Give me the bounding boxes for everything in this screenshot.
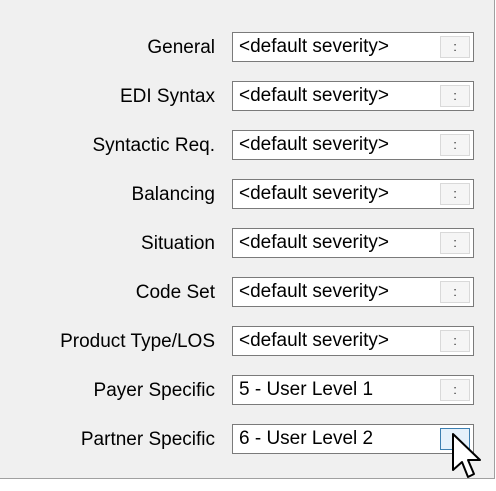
ellipsis-icon: : [453, 382, 457, 397]
severity-value: <default severity> [239, 183, 389, 204]
severity-label: Partner Specific [80, 429, 215, 450]
severity-row-partner-specific: Partner Specific 6 - User Level 2 : [0, 424, 494, 456]
ellipsis-button[interactable]: : [440, 281, 470, 303]
ellipsis-button[interactable]: : [440, 85, 470, 107]
severity-row-product-type-los: Product Type/LOS <default severity> : [0, 326, 494, 358]
severity-value: <default severity> [239, 281, 389, 302]
severity-row-syntactic-req: Syntactic Req. <default severity> : [0, 130, 494, 162]
severity-field[interactable]: <default severity> : [232, 326, 474, 356]
severity-label: EDI Syntax [119, 86, 215, 107]
severity-field[interactable]: <default severity> : [232, 81, 474, 111]
severity-row-situation: Situation <default severity> : [0, 228, 494, 260]
severity-label: General [147, 37, 215, 58]
ellipsis-icon: : [453, 333, 457, 348]
severity-field[interactable]: <default severity> : [232, 228, 474, 258]
ellipsis-button[interactable]: : [440, 36, 470, 58]
ellipsis-button[interactable]: : [440, 232, 470, 254]
ellipsis-icon: : [453, 88, 457, 103]
ellipsis-icon: : [453, 39, 457, 54]
severity-value: 6 - User Level 2 [239, 428, 374, 449]
ellipsis-button[interactable]: : [440, 330, 470, 352]
ellipsis-icon: : [453, 284, 457, 299]
ellipsis-icon: : [453, 431, 457, 446]
severity-label: Syntactic Req. [92, 135, 216, 156]
severity-field[interactable]: <default severity> : [232, 277, 474, 307]
severity-row-code-set: Code Set <default severity> : [0, 277, 494, 309]
severity-value: <default severity> [239, 330, 389, 351]
ellipsis-button[interactable]: : [440, 134, 470, 156]
severity-label: Product Type/LOS [60, 331, 215, 352]
ellipsis-button[interactable]: : [440, 183, 470, 205]
ellipsis-icon: : [453, 235, 457, 250]
ellipsis-button[interactable]: : [440, 379, 470, 401]
severity-field[interactable]: <default severity> : [232, 32, 474, 62]
ellipsis-icon: : [453, 137, 457, 152]
severity-field[interactable]: 5 - User Level 1 : [232, 375, 474, 405]
severity-label: Code Set [135, 282, 215, 303]
severity-label: Balancing [131, 184, 215, 205]
severity-settings-panel: General <default severity> : EDI Syntax … [0, 0, 495, 479]
severity-value: 5 - User Level 1 [239, 379, 374, 400]
severity-field[interactable]: <default severity> : [232, 179, 474, 209]
severity-row-general: General <default severity> : [0, 32, 494, 64]
severity-field[interactable]: 6 - User Level 2 : [232, 424, 474, 454]
severity-field[interactable]: <default severity> : [232, 130, 474, 160]
severity-row-balancing: Balancing <default severity> : [0, 179, 494, 211]
severity-value: <default severity> [239, 232, 389, 253]
ellipsis-button[interactable]: : [440, 428, 470, 450]
severity-value: <default severity> [239, 134, 389, 155]
ellipsis-icon: : [453, 186, 457, 201]
severity-label: Payer Specific [93, 380, 215, 401]
severity-row-edi-syntax: EDI Syntax <default severity> : [0, 81, 494, 113]
severity-value: <default severity> [239, 36, 389, 57]
severity-value: <default severity> [239, 85, 389, 106]
severity-label: Situation [141, 233, 215, 254]
severity-row-payer-specific: Payer Specific 5 - User Level 1 : [0, 375, 494, 407]
